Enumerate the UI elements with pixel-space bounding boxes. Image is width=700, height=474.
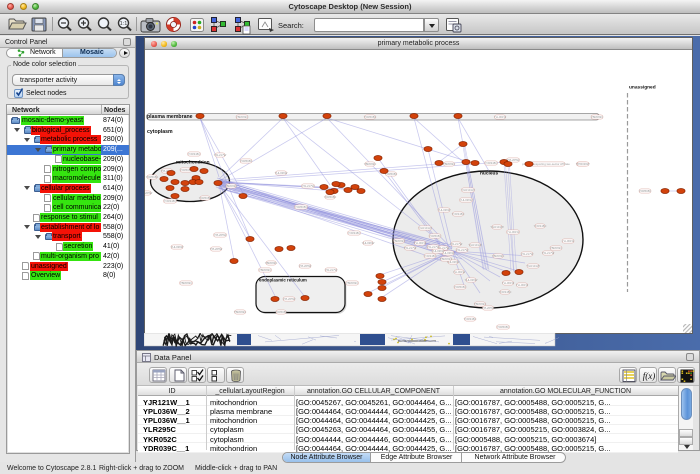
svg-text:YDR508C: YDR508C <box>324 195 337 199</box>
svg-text:YLL061W: YLL061W <box>494 115 507 119</box>
svg-text:YBR069C: YBR069C <box>265 261 277 265</box>
svg-text:plasma membrane: plasma membrane <box>147 114 193 120</box>
svg-text:YDR508C: YDR508C <box>199 196 212 200</box>
svg-text:YOR348C: YOR348C <box>188 152 201 156</box>
svg-text:YKL217W: YKL217W <box>214 153 227 157</box>
svg-text:YPL265W: YPL265W <box>299 264 312 268</box>
svg-text:YBR069C: YBR069C <box>492 254 504 258</box>
svg-text:YBR069C: YBR069C <box>550 246 562 250</box>
svg-text:YOR348C: YOR348C <box>452 212 465 216</box>
svg-text:YLL061W: YLL061W <box>414 241 427 245</box>
svg-text:YLL061W: YLL061W <box>562 239 575 243</box>
svg-text:YPL265W: YPL265W <box>145 191 153 195</box>
svg-text:YLL061W: YLL061W <box>516 283 529 287</box>
svg-text:YDR508C: YDR508C <box>429 234 442 238</box>
svg-text:YGR191W: YGR191W <box>418 226 432 230</box>
svg-text:YDR508C: YDR508C <box>295 205 308 209</box>
svg-text:YHL036W: YHL036W <box>465 278 478 282</box>
svg-text:YOR348C: YOR348C <box>464 317 477 321</box>
svg-text:YBR069C: YBR069C <box>364 162 376 166</box>
svg-text:nucleus: nucleus <box>480 171 498 177</box>
svg-text:YKL217W: YKL217W <box>542 251 555 255</box>
svg-text:YBR069C: YBR069C <box>591 115 603 119</box>
svg-text:YBR069C: YBR069C <box>346 281 358 285</box>
svg-text:endoplasmic reticulum: endoplasmic reticulum <box>259 278 307 283</box>
svg-text:YLL061W: YLL061W <box>453 270 466 274</box>
svg-text:YHL036W: YHL036W <box>432 249 445 253</box>
svg-text:YPR036W: YPR036W <box>576 162 589 166</box>
svg-text:mitochondrion: mitochondrion <box>176 160 210 166</box>
svg-text:YGR191W: YGR191W <box>526 264 540 268</box>
svg-text:YBR069C: YBR069C <box>259 268 271 272</box>
svg-text:YOR348C: YOR348C <box>164 199 177 203</box>
svg-text:YOR348C: YOR348C <box>485 161 498 165</box>
svg-text:YDR508C: YDR508C <box>497 325 510 329</box>
svg-text:YOR348C: YOR348C <box>424 254 437 258</box>
svg-text:f(x): f(x) <box>642 371 655 381</box>
svg-text:YKL217W: YKL217W <box>450 242 463 246</box>
svg-text:YDR508C: YDR508C <box>639 189 652 193</box>
svg-text:YBR069C: YBR069C <box>234 310 246 314</box>
svg-text:YHL036W: YHL036W <box>171 245 184 249</box>
svg-text:YBR069C: YBR069C <box>393 239 405 243</box>
svg-text:YBR069C: YBR069C <box>440 257 452 261</box>
svg-text:YOR348C: YOR348C <box>348 231 361 235</box>
svg-text:YKL217W: YKL217W <box>325 268 338 272</box>
svg-text:YBR069C: YBR069C <box>180 281 192 285</box>
svg-text:YBR069C: YBR069C <box>236 115 248 119</box>
svg-text:YOR348C: YOR348C <box>499 290 512 294</box>
svg-text:YPL265W: YPL265W <box>283 297 296 301</box>
svg-text:1:1: 1:1 <box>120 21 128 27</box>
svg-text:YOR348C: YOR348C <box>534 224 547 228</box>
svg-text:YKL217W: YKL217W <box>521 252 534 256</box>
svg-text:YPL265W: YPL265W <box>482 306 495 310</box>
svg-text:YLL061W: YLL061W <box>502 281 515 285</box>
svg-text:YDR508C: YDR508C <box>275 310 288 314</box>
svg-text:YDR508C: YDR508C <box>146 175 159 179</box>
svg-text:YHL036W: YHL036W <box>362 241 375 245</box>
svg-text:YGR191W: YGR191W <box>461 188 475 192</box>
svg-text:YKL217W: YKL217W <box>302 184 315 188</box>
svg-text:YDR508C: YDR508C <box>240 159 253 163</box>
svg-text:YKL217W: YKL217W <box>404 246 417 250</box>
svg-text:YLL061W: YLL061W <box>507 230 520 234</box>
svg-text:YHL036W: YHL036W <box>460 198 473 202</box>
svg-text:YPL265W: YPL265W <box>210 247 223 251</box>
svg-text:unassigned: unassigned <box>629 85 656 91</box>
svg-text:YKL217W: YKL217W <box>456 248 469 252</box>
svg-text:YBR069C: YBR069C <box>443 162 455 166</box>
svg-text:YDR508C: YDR508C <box>364 115 377 119</box>
svg-text:YGR191W: YGR191W <box>468 243 482 247</box>
svg-text:YBR069C: YBR069C <box>225 184 237 188</box>
svg-text:YHL036W: YHL036W <box>438 208 451 212</box>
svg-text:YDR508C: YDR508C <box>454 285 467 289</box>
svg-text:YGR191W: YGR191W <box>490 225 504 229</box>
svg-text:YPL265W: YPL265W <box>214 233 227 237</box>
svg-text:YKL217W: YKL217W <box>427 245 440 249</box>
svg-text:cytoplasm: cytoplasm <box>147 129 173 135</box>
svg-text:YHL036W: YHL036W <box>275 171 288 175</box>
